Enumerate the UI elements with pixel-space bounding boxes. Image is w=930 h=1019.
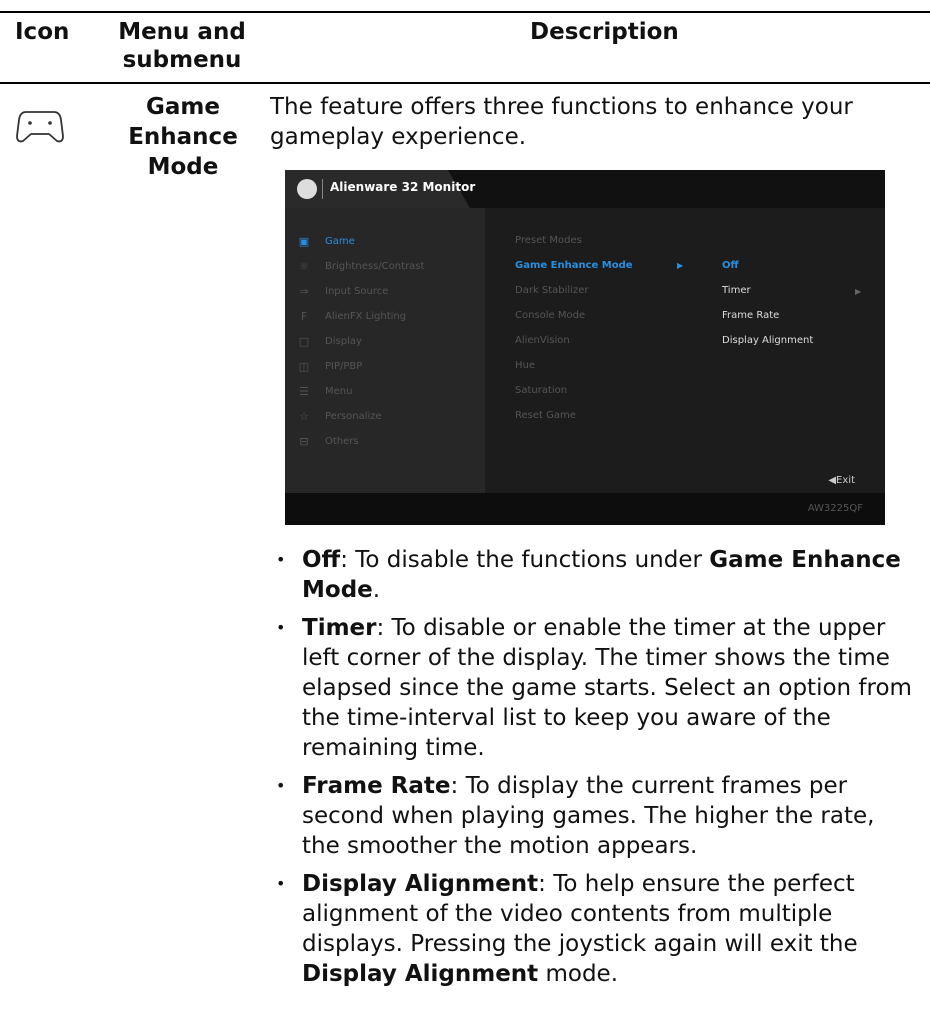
header-menu: Menu and submenu (112, 18, 252, 74)
row-title-line2: Mode (147, 154, 219, 180)
osd-menu-item-menu[interactable]: ☰ Menu (297, 381, 352, 401)
row-title-line1: Game Enhance (128, 94, 238, 150)
osd-sub-item-active[interactable]: Game Enhance Mode (515, 260, 633, 271)
osd-sub-item[interactable]: AlienVision (515, 335, 570, 346)
osd-menu-item-pip[interactable]: ◫ PIP/PBP (297, 356, 363, 376)
osd-menu-label: Game (325, 235, 355, 247)
osd-option-timer[interactable]: Timer (722, 285, 751, 296)
osd-title: Alienware 32 Monitor (330, 180, 476, 194)
bullet-term: Display Alignment (302, 871, 539, 897)
osd-option-display-alignment[interactable]: Display Alignment (722, 335, 813, 346)
table-header-rule (0, 82, 930, 84)
osd-menu-label: Brightness/Contrast (325, 260, 425, 272)
bullet-frame-rate: Frame Rate: To display the current frame… (276, 771, 917, 861)
bullet-timer: Timer: To disable or enable the timer at… (276, 613, 917, 763)
osd-sub-item[interactable]: Console Mode (515, 310, 585, 321)
gamepad-icon: ▣ (298, 234, 310, 248)
osd-menu-item-input-source[interactable]: ⇒ Input Source (297, 281, 388, 301)
osd-option-off[interactable]: Off (722, 260, 739, 271)
osd-submenu-panel: Preset Modes Game Enhance Mode Dark Stab… (485, 208, 885, 493)
table-top-rule (0, 11, 930, 13)
input-source-icon: ⇒ (299, 284, 309, 298)
bullet-term2: Display Alignment (302, 961, 539, 987)
osd-model-label: AW3225QF (807, 503, 863, 514)
bullet-tail: mode. (538, 961, 619, 987)
selected-arrow-icon: ▶ (677, 261, 684, 270)
osd-sub-item[interactable]: Reset Game (515, 410, 576, 421)
bullet-tail: . (372, 577, 381, 603)
others-icon: ⊟ (299, 434, 309, 448)
bullet-text: : To disable the functions under (340, 547, 710, 573)
bullet-text: : To disable or enable the timer at the … (302, 615, 912, 761)
osd-menu-item-personalize[interactable]: ☆ Personalize (297, 406, 382, 426)
header-icon: Icon (15, 19, 70, 45)
osd-menu-label: PIP/PBP (325, 360, 363, 372)
alienware-logo-icon (297, 179, 317, 199)
osd-menu-item-alienfx[interactable]: F AlienFX Lighting (297, 306, 406, 326)
osd-screenshot: Alienware 32 Monitor ▣ Game ☼ Brightness… (285, 170, 885, 525)
submenu-arrow-icon: ▶ (855, 287, 862, 296)
osd-menu-item-game[interactable]: ▣ Game (297, 231, 355, 251)
osd-sub-item[interactable]: Preset Modes (515, 235, 582, 246)
display-icon: □ (298, 334, 310, 348)
osd-menu-label: Menu (325, 385, 353, 397)
osd-sub-item[interactable]: Hue (515, 360, 535, 371)
osd-sub-item[interactable]: Saturation (515, 385, 567, 396)
osd-menu-label: AlienFX Lighting (325, 310, 407, 322)
star-icon: ☆ (299, 409, 309, 423)
bullet-term: Off (302, 547, 341, 573)
osd-menu-item-others[interactable]: ⊟ Others (297, 431, 359, 451)
row-title: Game Enhance Mode (108, 92, 258, 182)
bullet-display-alignment: Display Alignment: To help ensure the pe… (276, 869, 917, 989)
osd-sub-item[interactable]: Dark Stabilizer (515, 285, 589, 296)
fx-icon: F (300, 309, 308, 323)
pip-icon: ◫ (298, 359, 310, 373)
osd-menu-item-brightness[interactable]: ☼ Brightness/Contrast (297, 256, 424, 276)
osd-bottom-bar: AW3225QF (285, 493, 885, 525)
osd-exit-button[interactable]: ◀Exit (828, 475, 855, 486)
feature-bullet-list: Off: To disable the functions under Game… (276, 545, 917, 997)
osd-menu-label: Others (325, 435, 359, 447)
intro-text: The feature offers three functions to en… (270, 94, 853, 150)
header-description: Description (530, 19, 679, 45)
menu-icon: ☰ (299, 384, 309, 398)
bullet-term: Timer (302, 615, 377, 641)
bullet-term: Frame Rate (302, 773, 451, 799)
osd-menu-item-display[interactable]: □ Display (297, 331, 362, 351)
osd-title-separator (322, 179, 323, 199)
osd-menu-label: Display (325, 335, 362, 347)
gamepad-icon (16, 111, 64, 143)
brightness-icon: ☼ (299, 259, 309, 273)
osd-top-bar: Alienware 32 Monitor (285, 170, 885, 208)
bullet-off: Off: To disable the functions under Game… (276, 545, 917, 605)
osd-main-menu: ▣ Game ☼ Brightness/Contrast ⇒ Input Sou… (285, 208, 485, 493)
osd-menu-label: Input Source (325, 285, 389, 297)
osd-menu-label: Personalize (325, 410, 382, 422)
header-menu-line1: Menu and (118, 19, 246, 45)
osd-option-frame-rate[interactable]: Frame Rate (722, 310, 779, 321)
header-menu-line2: submenu (122, 47, 242, 73)
